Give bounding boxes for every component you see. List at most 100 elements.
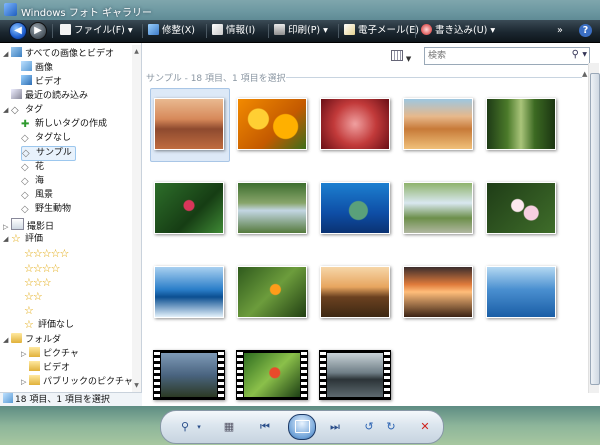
tree-item-sample-label: サンプル xyxy=(36,148,72,158)
tree-item-rating[interactable]: ◢ ☆ 評価 xyxy=(3,232,43,245)
scroll-down-icon[interactable]: ▼ xyxy=(132,381,141,390)
tree-item-flower-label: 花 xyxy=(35,162,45,172)
previous-icon[interactable]: ⏮ xyxy=(257,419,273,435)
tree-item-folder-videos[interactable]: ビデオ xyxy=(29,361,70,374)
back-button[interactable]: ◀ xyxy=(9,22,27,40)
email-button[interactable]: 電子メール(E) xyxy=(344,23,419,39)
tree-item-no-rating[interactable]: ☆ 評価なし xyxy=(24,318,74,331)
photo-thumbnail[interactable] xyxy=(154,98,224,150)
photo-thumbnail[interactable] xyxy=(486,266,556,318)
search-input[interactable] xyxy=(428,49,563,62)
actual-size-icon[interactable]: ▦ xyxy=(221,419,237,435)
photo-thumbnail[interactable] xyxy=(320,182,390,234)
collapse-icon[interactable]: ◢ xyxy=(3,233,11,246)
photo-thumbnail[interactable] xyxy=(403,266,473,318)
tree-item-no-tag[interactable]: ◇ タグなし xyxy=(21,132,71,145)
video-icon xyxy=(21,75,32,85)
photo-thumbnail[interactable] xyxy=(486,98,556,150)
tree-item-folder-pictures[interactable]: ▷ ピクチャ xyxy=(21,347,79,360)
calendar-icon xyxy=(11,218,24,230)
video-thumbnail[interactable] xyxy=(236,350,308,400)
rating-4-stars[interactable]: ☆☆☆☆ xyxy=(24,262,60,275)
photo-thumbnail[interactable] xyxy=(154,182,224,234)
photo-thumbnail[interactable] xyxy=(237,182,307,234)
folder-icon xyxy=(11,333,22,343)
video-thumbnail[interactable] xyxy=(319,350,391,400)
toolbar-separator xyxy=(415,24,416,38)
info-button[interactable]: 情報(I) xyxy=(212,23,255,39)
video-thumbnail[interactable] xyxy=(153,350,225,400)
tree-item-sea[interactable]: ◇ 海 xyxy=(21,175,44,188)
photo-thumbnail[interactable] xyxy=(486,182,556,234)
burn-menu-button[interactable]: 書き込み(U) ▾ xyxy=(421,23,495,39)
slideshow-button[interactable] xyxy=(288,414,316,440)
tag-icon: ◇ xyxy=(21,204,29,215)
rotate-right-icon[interactable]: ↻ xyxy=(383,419,399,435)
tree-item-no-tag-label: タグなし xyxy=(35,133,72,143)
rating-5-stars[interactable]: ☆☆☆☆☆ xyxy=(24,247,69,260)
rotate-left-icon[interactable]: ↺ xyxy=(361,419,377,435)
printer-icon xyxy=(274,24,285,35)
title-bar: Windows フォト ギャラリー xyxy=(0,0,600,20)
collapse-icon[interactable]: ◢ xyxy=(3,48,11,61)
disc-icon xyxy=(421,24,432,35)
print-menu-button[interactable]: 印刷(P) ▾ xyxy=(274,23,328,39)
group-header: サンプル - 18 項目、1 項目を選択 xyxy=(146,74,286,84)
tree-item-landscape[interactable]: ◇ 風景 xyxy=(21,189,53,202)
tree-item-folder-public[interactable]: ▷ パブリックのピクチャ xyxy=(21,375,133,388)
tree-item-create-tag[interactable]: ✚ 新しいタグの作成 xyxy=(21,118,107,131)
collapse-icon[interactable]: ◢ xyxy=(3,104,11,117)
photo-thumbnail[interactable] xyxy=(403,182,473,234)
scroll-up-icon[interactable]: ▲ xyxy=(132,47,141,56)
next-icon[interactable]: ⏭ xyxy=(327,419,343,435)
view-options-button[interactable]: ▼ xyxy=(391,50,413,63)
search-icon[interactable]: ⚲ xyxy=(572,49,579,60)
collapse-icon[interactable]: ◢ xyxy=(3,334,11,347)
tree-item-sample[interactable]: ◇ サンプル xyxy=(21,146,76,161)
toolbar-separator xyxy=(206,24,207,38)
photo-thumbnail[interactable] xyxy=(320,266,390,318)
rating-3-stars[interactable]: ☆☆☆ xyxy=(24,276,52,289)
more-commands-button[interactable]: » xyxy=(557,23,563,39)
chevron-down-icon: ▼ xyxy=(405,55,412,63)
photo-thumbnail[interactable] xyxy=(403,98,473,150)
chevron-down-icon[interactable]: ▾ xyxy=(191,419,207,435)
tree-item-pictures[interactable]: 画像 xyxy=(21,61,53,74)
tree-item-videos[interactable]: ビデオ xyxy=(21,75,62,88)
thumbnail-scrollbar[interactable] xyxy=(588,63,600,393)
collapse-group-icon[interactable]: ▲ xyxy=(582,70,587,78)
tree-item-all[interactable]: ◢ すべての画像とビデオ xyxy=(3,47,114,60)
photo-thumbnail[interactable] xyxy=(237,266,307,318)
toolbar-separator xyxy=(338,24,339,38)
chevron-down-icon[interactable]: ▼ xyxy=(582,51,587,58)
folder-icon xyxy=(29,347,40,357)
tree-item-folder-videos-label: ビデオ xyxy=(43,363,71,373)
rating-2-stars[interactable]: ☆☆ xyxy=(24,290,43,303)
photo-thumbnail[interactable] xyxy=(320,98,390,150)
tree-item-date-taken[interactable]: ▷ 撮影日 xyxy=(3,218,54,232)
rating-1-star[interactable]: ☆ xyxy=(24,304,34,317)
expand-icon[interactable]: ▷ xyxy=(21,376,29,389)
expand-icon[interactable]: ▷ xyxy=(21,348,29,361)
navigation-scrollbar[interactable]: ▲ ▼ xyxy=(132,45,141,392)
tree-item-flower[interactable]: ◇ 花 xyxy=(21,161,44,174)
help-button[interactable]: ? xyxy=(579,24,592,37)
tag-icon: ◇ xyxy=(21,162,29,173)
fix-button[interactable]: 修整(X) xyxy=(148,23,195,39)
photo-thumbnail[interactable] xyxy=(237,98,307,150)
folder-icon xyxy=(29,361,40,371)
tree-item-folders[interactable]: ◢ フォルダ xyxy=(3,333,61,346)
tree-item-wildlife[interactable]: ◇ 野生動物 xyxy=(21,203,71,216)
tree-item-tags[interactable]: ◢ ◇ タグ xyxy=(3,104,43,117)
file-menu-button[interactable]: ファイル(F) ▾ xyxy=(60,23,133,39)
tag-icon: ◇ xyxy=(11,105,19,116)
photo-thumbnail[interactable] xyxy=(154,266,224,318)
filmstrip-holes xyxy=(301,352,307,398)
search-box[interactable]: ⚲ ▼ xyxy=(424,47,590,65)
tree-item-no-rating-label: 評価なし xyxy=(38,320,75,330)
scrollbar-thumb[interactable] xyxy=(590,73,600,385)
tree-item-recent[interactable]: 最近の読み込み xyxy=(11,89,88,102)
forward-button[interactable]: ▶ xyxy=(29,22,47,40)
delete-icon[interactable]: ✕ xyxy=(417,419,433,435)
tree-item-folder-pictures-label: ピクチャ xyxy=(43,349,79,359)
